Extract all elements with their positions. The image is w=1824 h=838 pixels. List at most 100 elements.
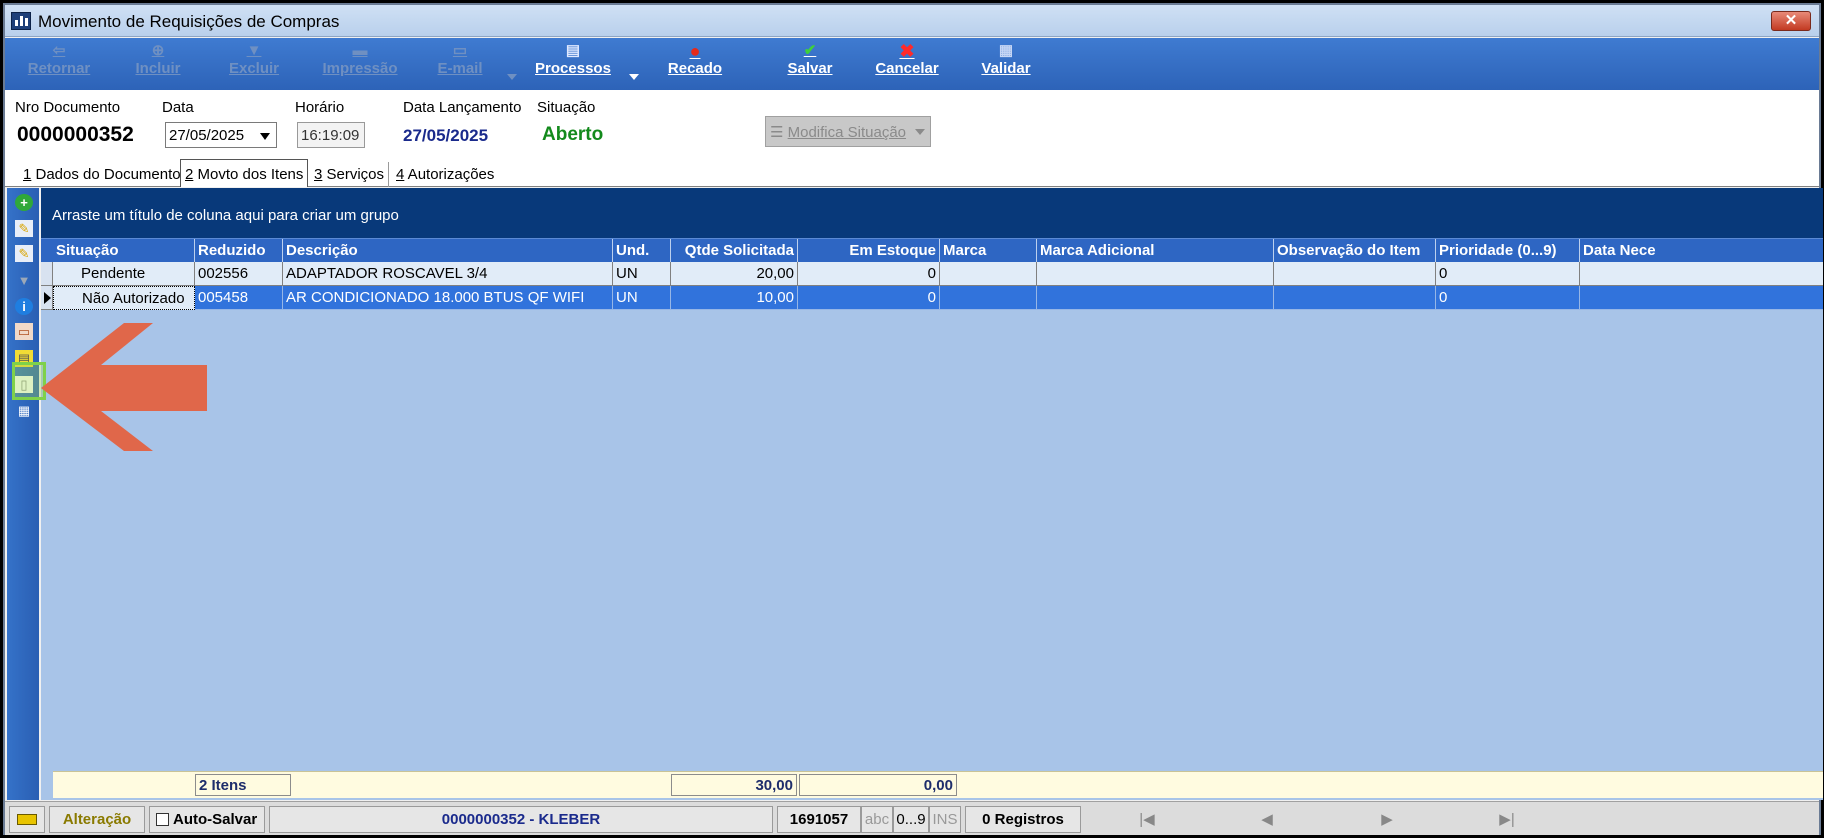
table-row[interactable]: Pendente 002556 ADAPTADOR ROSCAVEL 3/4 U…: [41, 262, 1823, 286]
check-icon: ✔: [803, 42, 817, 59]
add-item-icon[interactable]: +: [15, 194, 33, 211]
cell-situacao[interactable]: Não Autorizado: [53, 286, 195, 310]
processos-button[interactable]: ▤ Processos: [531, 40, 615, 88]
column-header-row: Situação Reduzido Descrição Und. Qtde So…: [41, 238, 1823, 263]
footer-qtde-total: 30,00: [671, 774, 797, 796]
cancelar-button[interactable]: ✖ Cancelar: [871, 40, 943, 88]
tab-dados-documento[interactable]: 1 Dados do Documento: [19, 162, 186, 187]
processos-dropdown-arrow[interactable]: [629, 74, 639, 80]
checkbox-icon[interactable]: [156, 813, 169, 826]
annotation-arrow: [41, 323, 207, 451]
incluir-button[interactable]: ⊕ Incluir: [123, 40, 193, 88]
column-descricao[interactable]: Descrição: [283, 239, 613, 263]
cell-marca-adicional[interactable]: [1037, 262, 1274, 286]
grid-footer: 2 Itens 30,00 0,00: [53, 771, 1823, 798]
tab-label: Dados do Documento: [31, 166, 181, 183]
cell-und[interactable]: UN: [613, 262, 671, 286]
cancelar-label: Cancelar: [875, 60, 939, 77]
email-dropdown-arrow[interactable]: [507, 74, 517, 80]
grid-icon[interactable]: ▦: [15, 402, 33, 419]
row-indicator: [41, 262, 53, 286]
tab-autorizacoes[interactable]: 4 Autorizações: [392, 162, 498, 187]
main-window: Movimento de Requisições de Compras ✕ ⇦ R…: [3, 3, 1823, 835]
edit-list-icon[interactable]: ✎: [15, 245, 33, 262]
excluir-button[interactable]: ▼ Excluir: [219, 40, 289, 88]
email-button[interactable]: ▭ E-mail: [425, 40, 495, 88]
next-record-button[interactable]: ▶: [1327, 806, 1447, 833]
previous-record-button[interactable]: ◀: [1207, 806, 1327, 833]
salvar-label: Salvar: [787, 60, 833, 77]
info-icon[interactable]: i: [15, 298, 33, 315]
back-icon: ⇦: [52, 42, 66, 59]
cell-situacao[interactable]: Pendente: [53, 262, 195, 286]
app-icon: [11, 12, 31, 30]
horario-field[interactable]: 16:19:09: [297, 122, 365, 148]
cell-prioridade[interactable]: 0: [1436, 286, 1580, 310]
column-reduzido[interactable]: Reduzido: [195, 239, 283, 263]
window-title: Movimento de Requisições de Compras: [38, 12, 340, 31]
nro-documento-label: Nro Documento: [15, 99, 121, 116]
cell-qtde-solicitada[interactable]: 20,00: [671, 262, 798, 286]
first-record-button[interactable]: |◀: [1087, 806, 1207, 833]
process-icon: ▤: [565, 42, 581, 59]
chevron-down-icon[interactable]: [260, 133, 270, 140]
column-und[interactable]: Und.: [613, 239, 671, 263]
cell-reduzido[interactable]: 005458: [195, 286, 283, 310]
retornar-button[interactable]: ⇦ Retornar: [19, 40, 99, 88]
column-marca-adicional[interactable]: Marca Adicional: [1037, 239, 1274, 263]
data-lancamento-value: 27/05/2025: [403, 126, 489, 145]
impressao-button[interactable]: ▬ Impressão: [310, 40, 410, 88]
column-situacao[interactable]: Situação: [53, 239, 195, 263]
cell-marca-adicional[interactable]: [1037, 286, 1274, 310]
cell-observacao[interactable]: [1274, 286, 1436, 310]
items-grid: Arraste um título de coluna aqui para cr…: [41, 188, 1823, 800]
cell-descricao[interactable]: AR CONDICIONADO 18.000 BTUS QF WIFI: [283, 286, 613, 310]
cell-marca[interactable]: [940, 262, 1037, 286]
cell-observacao[interactable]: [1274, 262, 1436, 286]
validar-button[interactable]: ▦ Validar: [975, 40, 1037, 88]
cell-und[interactable]: UN: [613, 286, 671, 310]
delete-icon: ▼: [246, 42, 262, 59]
cell-em-estoque[interactable]: 0: [798, 286, 940, 310]
print-icon: ▬: [352, 42, 368, 59]
keyboard-icon[interactable]: [9, 806, 45, 833]
trash-icon[interactable]: ▼: [15, 272, 33, 289]
cell-qtde-solicitada[interactable]: 10,00: [671, 286, 798, 310]
column-data-nece[interactable]: Data Nece: [1580, 239, 1823, 263]
cell-reduzido[interactable]: 002556: [195, 262, 283, 286]
book-icon[interactable]: ▭: [15, 323, 33, 340]
tab-bar: 1 Dados do Documento 2 Movto dos Itens 3…: [5, 156, 1819, 187]
last-record-button[interactable]: ▶|: [1447, 806, 1567, 833]
recado-button[interactable]: ● Recado: [661, 40, 729, 88]
cell-data-nece[interactable]: [1580, 262, 1823, 286]
tab-servicos[interactable]: 3 Serviços: [310, 162, 390, 187]
cell-marca[interactable]: [940, 286, 1037, 310]
title-bar: Movimento de Requisições de Compras ✕: [5, 5, 1819, 37]
horario-label: Horário: [295, 99, 345, 116]
group-panel: Arraste um título de coluna aqui para cr…: [41, 188, 1823, 238]
validate-icon: ▦: [998, 42, 1014, 59]
auto-salvar-checkbox[interactable]: Auto-Salvar: [149, 806, 265, 833]
column-marca[interactable]: Marca: [940, 239, 1037, 263]
column-observacao-item[interactable]: Observação do Item: [1274, 239, 1436, 263]
column-qtde-solicitada[interactable]: Qtde Solicitada: [671, 239, 798, 263]
tab-movto-itens[interactable]: 2 Movto dos Itens: [180, 159, 309, 187]
abc-indicator: abc: [861, 806, 893, 833]
salvar-button[interactable]: ✔ Salvar: [779, 40, 841, 88]
data-date-picker[interactable]: 27/05/2025: [165, 122, 277, 148]
cell-data-nece[interactable]: [1580, 286, 1823, 310]
numeric-indicator: 0...9: [893, 806, 929, 833]
cell-descricao[interactable]: ADAPTADOR ROSCAVEL 3/4: [283, 262, 613, 286]
cell-prioridade[interactable]: 0: [1436, 262, 1580, 286]
table-row-selected[interactable]: Não Autorizado 005458 AR CONDICIONADO 18…: [41, 286, 1823, 310]
incluir-label: Incluir: [135, 60, 181, 77]
close-button[interactable]: ✕: [1771, 11, 1811, 31]
toolbar: ⇦ Retornar ⊕ Incluir ▼ Excluir ▬ Impressão ▭…: [5, 38, 1819, 90]
edit-item-icon[interactable]: ✎: [15, 220, 33, 237]
processos-label: Processos: [535, 60, 611, 77]
situacao-value: Aberto: [542, 124, 604, 145]
modifica-situacao-button[interactable]: ☰ Modifica Situação: [765, 116, 931, 147]
column-em-estoque[interactable]: Em Estoque: [798, 239, 940, 263]
cell-em-estoque[interactable]: 0: [798, 262, 940, 286]
column-prioridade[interactable]: Prioridade (0...9): [1436, 239, 1580, 263]
